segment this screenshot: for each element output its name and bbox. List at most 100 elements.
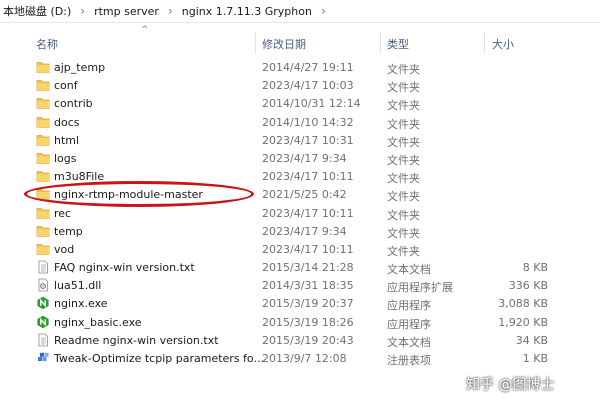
file-name: ajp_temp	[54, 61, 106, 74]
file-type: 文件夹	[387, 244, 420, 258]
file-size: 1,920 KB	[498, 315, 548, 329]
file-name: nginx.exe	[54, 297, 108, 311]
file-name: lua51.dll	[54, 279, 102, 293]
file-name: nginx_basic.exe	[54, 315, 142, 329]
file-type: 文件夹	[387, 226, 420, 240]
column-header-type[interactable]: 类型	[387, 36, 409, 52]
registry-file-icon	[36, 351, 50, 365]
file-name: rec	[54, 206, 72, 220]
file-row[interactable]: ajp_temp 2014/4/27 19:11 文件夹	[0, 58, 600, 76]
folder-icon	[36, 224, 50, 238]
breadcrumb-separator: ›	[167, 4, 173, 18]
file-row[interactable]: html 2023/4/17 10:31 文件夹	[0, 131, 600, 149]
dll-file-icon	[36, 278, 50, 292]
file-row[interactable]: nginx.exe 2015/3/19 20:37 应用程序 3,088 KB	[0, 294, 600, 312]
folder-icon	[36, 169, 50, 183]
file-type: 文本文档	[387, 335, 431, 349]
file-date: 2014/10/31 12:14	[262, 97, 361, 111]
column-header-name[interactable]: 名称	[36, 36, 58, 52]
text-file-icon	[36, 333, 50, 347]
file-row[interactable]: vod 2023/4/17 10:11 文件夹	[0, 240, 600, 258]
file-size: 8 KB	[522, 261, 548, 275]
file-row[interactable]: rec 2023/4/17 10:11 文件夹	[0, 204, 600, 222]
file-row[interactable]: contrib 2014/10/31 12:14 文件夹	[0, 94, 600, 112]
file-date: 2015/3/19 20:43	[262, 333, 354, 347]
column-divider[interactable]	[484, 32, 485, 54]
file-name: Tweak-Optimize tcpip parameters fo...	[54, 352, 264, 365]
file-date: 2023/4/17 10:11	[262, 242, 354, 256]
folder-icon	[36, 133, 50, 147]
file-row[interactable]: logs 2023/4/17 9:34 文件夹	[0, 149, 600, 167]
text-file-icon	[36, 260, 50, 274]
file-row[interactable]: docs 2014/1/10 14:32 文件夹	[0, 113, 600, 131]
file-name: html	[54, 133, 80, 147]
file-type: 注册表项	[387, 354, 431, 367]
file-type: 文件夹	[387, 190, 420, 204]
file-type: 应用程序	[387, 317, 431, 331]
file-row[interactable]: lua51.dll 2014/3/31 18:35 应用程序扩展 336 KB	[0, 276, 600, 294]
file-date: 2021/5/25 0:42	[262, 188, 347, 202]
file-date: 2023/4/17 9:34	[262, 224, 347, 238]
file-type: 文件夹	[387, 153, 420, 167]
file-row[interactable]: nginx_basic.exe 2015/3/19 18:26 应用程序 1,920 …	[0, 313, 600, 331]
file-row[interactable]: Tweak-Optimize tcpip parameters fo... 201…	[0, 349, 600, 367]
folder-icon	[36, 206, 50, 220]
folder-icon	[36, 96, 50, 110]
file-name: vod	[54, 242, 75, 256]
folder-icon	[36, 115, 50, 129]
folder-icon	[36, 151, 50, 165]
file-date: 2023/4/17 10:31	[262, 133, 354, 147]
file-row[interactable]: Readme nginx-win version.txt 2015/3/19 20…	[0, 331, 600, 349]
highlight-ellipse	[24, 181, 254, 207]
column-divider[interactable]	[380, 32, 381, 54]
file-name: docs	[54, 115, 80, 129]
file-name: conf	[54, 79, 78, 93]
file-name: logs	[54, 151, 77, 165]
file-date: 2013/9/7 12:08	[262, 352, 347, 365]
column-header-date[interactable]: 修改日期	[262, 36, 306, 52]
breadcrumb: 本地磁盘 (D:) › rtmp server › nginx 1.7.11.3…	[0, 0, 600, 23]
file-date: 2015/3/19 18:26	[262, 315, 354, 329]
file-row[interactable]: FAQ nginx-win version.txt 2015/3/14 21:28…	[0, 258, 600, 276]
column-divider[interactable]	[255, 32, 256, 54]
file-size: 336 KB	[508, 279, 548, 293]
breadcrumb-separator: ›	[80, 4, 86, 18]
column-header-bar: ^ 名称 修改日期 类型 大小	[0, 25, 600, 54]
file-type: 文本文档	[387, 263, 431, 277]
file-size: 1 KB	[522, 352, 548, 365]
file-type: 文件夹	[387, 117, 420, 131]
folder-icon	[36, 242, 50, 256]
file-date: 2014/1/10 14:32	[262, 115, 354, 129]
file-date: 2023/4/17 10:03	[262, 79, 354, 93]
file-name: FAQ nginx-win version.txt	[54, 261, 195, 275]
file-type: 文件夹	[387, 208, 420, 222]
breadcrumb-nginx-folder[interactable]: nginx 1.7.11.3 Gryphon	[180, 5, 314, 18]
file-date: 2014/3/31 18:35	[262, 279, 354, 293]
file-date: 2015/3/14 21:28	[262, 261, 354, 275]
file-type: 应用程序扩展	[387, 281, 453, 295]
file-row[interactable]: conf 2023/4/17 10:03 文件夹	[0, 76, 600, 94]
file-name: contrib	[54, 97, 93, 111]
file-list: ajp_temp 2014/4/27 19:11 文件夹 conf 2023/4/17 …	[0, 58, 600, 367]
folder-icon	[36, 78, 50, 92]
file-type: 文件夹	[387, 99, 420, 113]
file-date: 2023/4/17 9:34	[262, 151, 347, 165]
file-date: 2023/4/17 10:11	[262, 170, 354, 184]
file-type: 文件夹	[387, 81, 420, 95]
sort-ascending-icon: ^	[141, 25, 149, 35]
watermark: 知乎 @图博士	[466, 377, 555, 393]
nginx-exe-icon	[36, 315, 50, 329]
file-type: 应用程序	[387, 299, 431, 313]
file-type: 文件夹	[387, 63, 420, 76]
breadcrumb-drive[interactable]: 本地磁盘 (D:)	[0, 3, 73, 19]
nginx-exe-icon	[36, 296, 50, 310]
breadcrumb-separator: ›	[320, 4, 326, 18]
file-date: 2023/4/17 10:11	[262, 206, 354, 220]
file-name: Readme nginx-win version.txt	[54, 333, 219, 347]
file-size: 34 KB	[515, 333, 548, 347]
breadcrumb-rtmp-server[interactable]: rtmp server	[92, 5, 161, 18]
file-row[interactable]: temp 2023/4/17 9:34 文件夹	[0, 222, 600, 240]
column-header-size[interactable]: 大小	[492, 36, 514, 52]
file-type: 文件夹	[387, 172, 420, 186]
file-date: 2014/4/27 19:11	[262, 61, 354, 74]
